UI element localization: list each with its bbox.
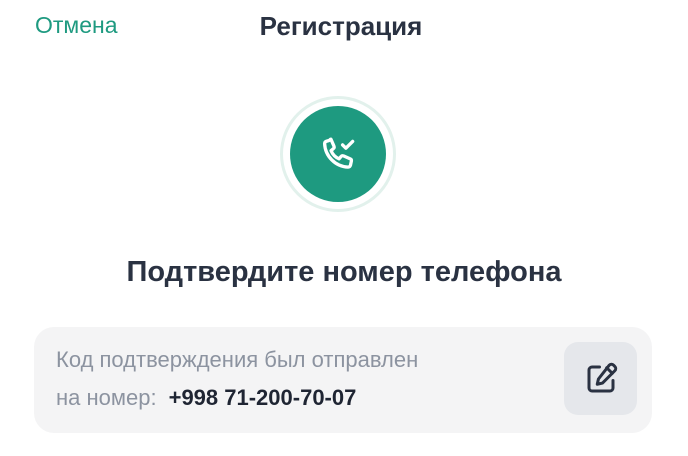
- edit-icon: [587, 362, 618, 393]
- info-phone-line: на номер: +998 71-200-70-07: [56, 384, 356, 412]
- header: Отмена Регистрация: [0, 0, 688, 56]
- edit-phone-button[interactable]: [564, 342, 637, 415]
- phone-number: +998 71-200-70-07: [168, 385, 357, 410]
- info-card: Код подтверждения был отправлен на номер…: [34, 327, 652, 433]
- phone-check-icon: [322, 137, 355, 169]
- page-title-text: Регистрация: [259, 11, 423, 41]
- info-prefix: на номер:: [56, 385, 157, 410]
- page-title: Регистрация: [0, 11, 688, 41]
- headline: Подтвердите номер телефона: [126, 256, 562, 288]
- info-message: Код подтверждения был отправлен: [56, 347, 419, 372]
- registration-screen: Отмена Регистрация Подтвердите номер тел…: [0, 0, 688, 456]
- phone-check-badge: [290, 106, 386, 202]
